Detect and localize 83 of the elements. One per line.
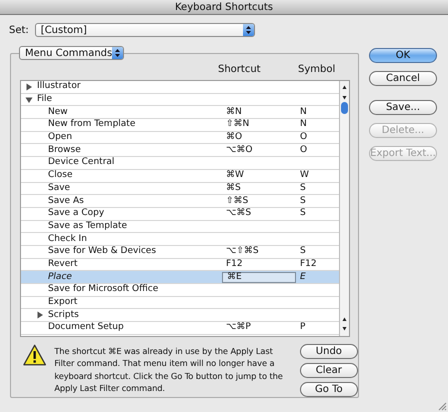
shortcut-row[interactable]: Save a Copy ⌥⌘S S: [21, 208, 339, 221]
window-title: Keyboard Shortcuts: [175, 2, 273, 12]
set-label: Set:: [9, 24, 29, 36]
shortcut-row[interactable]: Save ⌘S S: [21, 182, 339, 196]
shortcut-text: F12: [226, 258, 243, 269]
symbol-text: N: [300, 119, 307, 130]
command-name: Document Setup: [48, 322, 124, 334]
command-name: Save for Microsoft Office: [48, 284, 158, 296]
dialog-button[interactable]: Cancel: [369, 71, 437, 86]
symbol-text: N: [300, 106, 307, 117]
shortcut-text: ⌘O: [226, 132, 242, 142]
command-name: Open: [48, 132, 72, 144]
column-header: Symbol: [298, 64, 336, 77]
shortcut-row[interactable]: Save for Web & Devices ⌥⇧⌘S S: [21, 246, 339, 259]
collapsed-triangle-icon[interactable]: [25, 82, 33, 91]
dropdown[interactable]: Menu Commands: [19, 46, 124, 60]
shortcut-row[interactable]: Export: [21, 296, 339, 310]
symbol-text: S: [300, 196, 306, 206]
command-name: Export: [48, 297, 78, 308]
up-down-arrows-icon: [112, 47, 124, 59]
shortcut-row[interactable]: Browse ⌥⌘O O: [21, 144, 339, 158]
command-name: New from Template: [48, 119, 136, 130]
symbol-text: O: [300, 144, 308, 155]
symbol-text: S: [300, 208, 306, 218]
expanded-triangle-icon[interactable]: [25, 96, 33, 104]
symbol-text: S: [300, 182, 306, 193]
dialog-button[interactable]: Save...: [369, 100, 437, 115]
dropdown[interactable]: [Custom]: [34, 23, 255, 37]
shortcut-input-field[interactable]: ⌘E: [222, 272, 296, 283]
warning-icon: [23, 344, 46, 366]
command-name: New: [48, 106, 68, 118]
warning-message: The shortcut ⌘E was already in use by the Apply Last Filter command. That menu item will no longer have a keyboard shortcut. Click the Go To button to jump to the Apply Last Filter command.: [54, 345, 284, 396]
resize-grip-icon[interactable]: [437, 401, 447, 411]
command-name: Save: [48, 182, 70, 194]
shortcut-text: ⌘N: [226, 106, 242, 117]
command-name: Save As: [48, 196, 84, 207]
shortcut-text: ⇧⌘S: [226, 196, 248, 206]
shortcut-row[interactable]: New ⌘N N: [21, 106, 339, 120]
shortcut-text: ⌥⌘P: [226, 322, 251, 332]
shortcut-row[interactable]: Document Setup ⌥⌘P P: [21, 322, 339, 335]
command-name: Close: [48, 170, 73, 182]
shortcut-row[interactable]: Open ⌘O O: [21, 132, 339, 144]
symbol-text: W: [300, 170, 309, 180]
symbol-text: P: [300, 322, 306, 332]
command-name: Illustrator: [37, 81, 81, 92]
ok-button[interactable]: OK: [369, 48, 437, 63]
command-name: Browse: [48, 144, 81, 156]
command-name: Check In: [48, 234, 87, 245]
collapsed-triangle-icon[interactable]: [36, 311, 44, 320]
command-name: Save a Copy: [48, 208, 104, 220]
shortcut-row[interactable]: Save for Microsoft Office: [21, 284, 339, 297]
shortcut-text: ⌥⌘O: [226, 144, 252, 155]
shortcut-row[interactable]: File: [21, 94, 339, 106]
command-name: Scripts: [48, 310, 79, 321]
up-down-arrows-icon: [242, 24, 254, 36]
symbol-text: S: [300, 246, 306, 256]
shortcut-text: ⌥⌘S: [226, 208, 252, 218]
shortcut-row[interactable]: Scripts: [21, 309, 339, 322]
shortcut-row[interactable]: Save As ⇧⌘S S: [21, 195, 339, 208]
shortcut-text: ⌥⇧⌘S: [226, 246, 259, 256]
command-name: Device Central: [48, 157, 114, 168]
symbol-text: F12: [300, 258, 317, 269]
warning-action-button[interactable]: Undo: [300, 344, 358, 359]
shortcut-row[interactable]: New from Template ⇧⌘N N: [21, 119, 339, 132]
shortcut-row[interactable]: Device Central: [21, 157, 339, 170]
shortcut-row[interactable]: Place ⌘E E: [21, 271, 339, 284]
shortcut-text: ⌘S: [226, 182, 241, 193]
shortcut-row[interactable]: Close ⌘W W: [21, 170, 339, 182]
command-name: Place: [48, 272, 72, 283]
shortcut-row[interactable]: Illustrator: [21, 81, 339, 94]
command-name: Revert: [48, 258, 78, 270]
command-name: Save for Web & Devices: [48, 246, 156, 258]
shortcut-row[interactable]: Check In: [21, 233, 339, 246]
symbol-text: E: [300, 272, 306, 282]
command-name: File: [37, 94, 52, 106]
command-name: Save as Template: [48, 220, 128, 232]
shortcut-text: ⌘W: [226, 170, 244, 180]
shortcut-text: ⇧⌘N: [226, 119, 250, 130]
warning-action-button[interactable]: Clear: [300, 363, 358, 378]
warning-action-button[interactable]: Go To: [300, 382, 358, 397]
column-header: Shortcut: [218, 64, 262, 77]
symbol-text: O: [300, 132, 308, 142]
shortcut-row[interactable]: Save as Template: [21, 220, 339, 234]
